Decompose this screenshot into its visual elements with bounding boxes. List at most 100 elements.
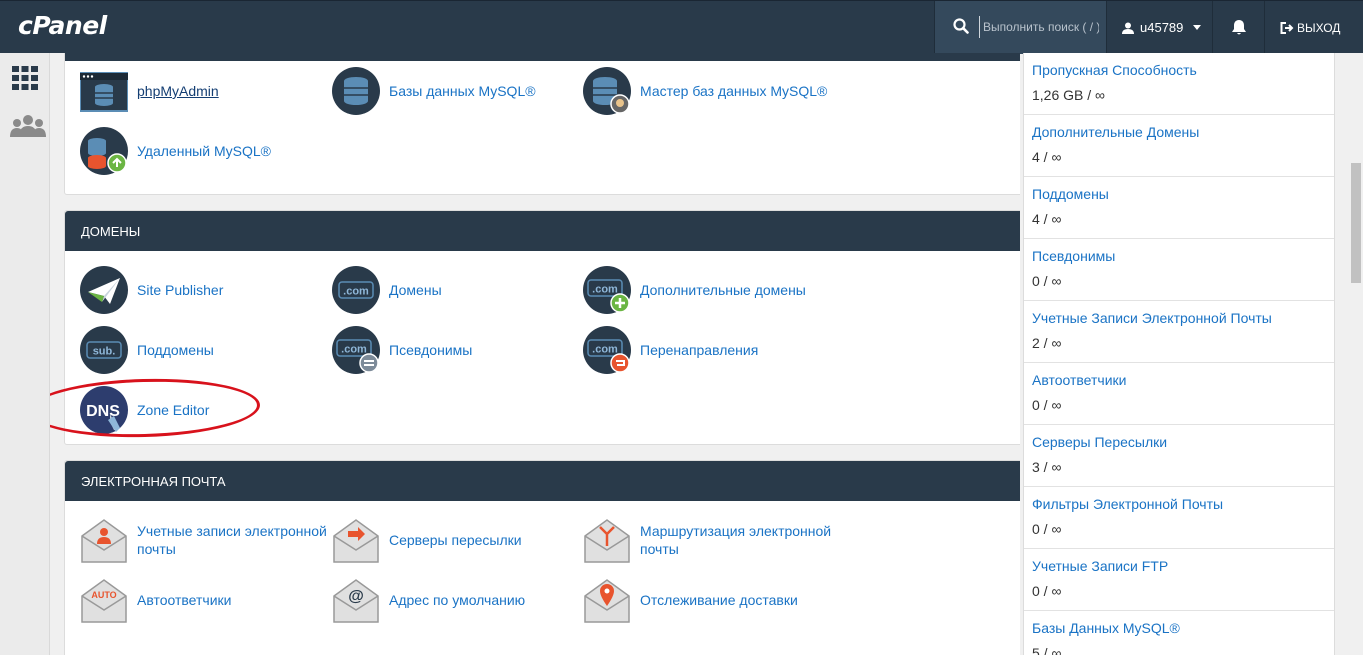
- redirects-link[interactable]: .com Перенаправления: [583, 326, 833, 374]
- database-wizard-icon: [583, 67, 631, 115]
- svg-text:DNS: DNS: [86, 403, 120, 420]
- delivery-tracking-label: Отслеживание доставки: [640, 592, 798, 608]
- mysql-databases-label: Базы данных MySQL®: [389, 83, 536, 99]
- site-publisher-label: Site Publisher: [137, 282, 224, 298]
- scroll-thumb[interactable]: [1351, 163, 1361, 283]
- stat-label[interactable]: Пропускная Способность: [1032, 63, 1334, 78]
- stats-list: Пропускная Способность 1,26 GB / ∞ Дополни…: [1024, 53, 1334, 655]
- com-alias-icon: .com: [332, 326, 380, 374]
- stat-value: 0 / ∞: [1032, 583, 1062, 599]
- stats-sidebar: Пропускная Способность 1,26 GB / ∞ Дополни…: [1023, 53, 1335, 655]
- stat-label[interactable]: Автоответчики: [1032, 373, 1334, 388]
- aliases-label: Псевдонимы: [389, 342, 473, 358]
- autoresponders-label: Автоответчики: [137, 592, 232, 608]
- zone-editor-link[interactable]: DNS Zone Editor: [80, 386, 330, 434]
- svg-text:AUTO: AUTO: [91, 590, 116, 600]
- aliases-link[interactable]: .com Псевдонимы: [332, 326, 582, 374]
- logout-label: ВЫХОД: [1297, 20, 1341, 35]
- domains-panel-title: ДОМЕНЫ: [81, 223, 141, 239]
- email-accounts-link[interactable]: Учетные записи электронной почты: [80, 516, 335, 564]
- phpmyadmin-icon: [80, 72, 128, 112]
- stat-label[interactable]: Псевдонимы: [1032, 249, 1334, 264]
- email-forward-icon: [333, 519, 379, 563]
- stat-value: 3 / ∞: [1032, 459, 1062, 475]
- stat-row: Псевдонимы 0 / ∞: [1024, 239, 1334, 301]
- phpmyadmin-link[interactable]: phpMyAdmin: [80, 67, 330, 115]
- default-address-icon: @: [333, 579, 379, 623]
- database-icon: [332, 67, 380, 115]
- stat-label[interactable]: Дополнительные Домены: [1032, 125, 1334, 140]
- site-publisher-link[interactable]: Site Publisher: [80, 266, 330, 314]
- stat-row: Серверы Пересылки 3 / ∞: [1024, 425, 1334, 487]
- stat-label[interactable]: Учетные Записи Электронной Почты: [1032, 311, 1334, 326]
- stat-label[interactable]: Фильтры Электронной Почты: [1032, 497, 1334, 512]
- stat-label[interactable]: Учетные Записи FTP: [1032, 559, 1334, 574]
- domains-link[interactable]: .com Домены: [332, 266, 582, 314]
- logout-icon: [1280, 21, 1294, 34]
- stat-value: 4 / ∞: [1032, 149, 1062, 165]
- domains-panel-header[interactable]: ДОМЕНЫ: [65, 211, 1020, 251]
- stat-value: 0 / ∞: [1032, 397, 1062, 413]
- paper-plane-icon: [80, 266, 128, 314]
- default-address-label: Адрес по умолчанию: [389, 592, 526, 608]
- delivery-tracking-link[interactable]: Отслеживание доставки: [583, 576, 833, 624]
- svg-text:.com: .com: [341, 344, 367, 356]
- user-menu-button[interactable]: u45789: [1106, 1, 1212, 54]
- cpanel-logo[interactable]: cPanel: [18, 11, 107, 40]
- stat-value: 4 / ∞: [1032, 211, 1062, 227]
- addon-domains-link[interactable]: .com Дополнительные домены: [583, 266, 833, 314]
- remote-mysql-link[interactable]: Удаленный MySQL®: [80, 127, 330, 175]
- search-icon: [953, 18, 969, 34]
- phpmyadmin-label: phpMyAdmin: [137, 83, 219, 99]
- email-routing-link[interactable]: Маршрутизация электронной почты: [583, 516, 843, 564]
- stat-row: Пропускная Способность 1,26 GB / ∞: [1024, 53, 1334, 115]
- stat-row: Автоответчики 0 / ∞: [1024, 363, 1334, 425]
- email-panel-title: ЭЛЕКТРОННАЯ ПОЧТА: [81, 473, 226, 489]
- stat-row: Учетные Записи Электронной Почты 2 / ∞: [1024, 301, 1334, 363]
- grid-apps-icon[interactable]: [10, 65, 40, 91]
- svg-text:sub.: sub.: [93, 346, 116, 358]
- username-label: u45789: [1140, 20, 1184, 35]
- mysql-wizard-link[interactable]: Мастер баз данных MySQL®: [583, 67, 833, 115]
- page-scrollbar[interactable]: [1349, 53, 1363, 655]
- stat-label[interactable]: Базы Данных MySQL®: [1032, 621, 1334, 636]
- remote-mysql-label: Удаленный MySQL®: [137, 143, 271, 159]
- email-account-icon: [81, 519, 127, 563]
- email-panel: ЭЛЕКТРОННАЯ ПОЧТА Учетные записи электро…: [64, 460, 1020, 655]
- stat-row: Фильтры Электронной Почты 0 / ∞: [1024, 487, 1334, 549]
- mysql-wizard-label: Мастер баз данных MySQL®: [640, 83, 828, 99]
- subdomains-label: Поддомены: [137, 342, 214, 358]
- search-input[interactable]: [979, 16, 1099, 38]
- autoresponders-link[interactable]: AUTO Автоответчики: [80, 576, 330, 624]
- stat-value: 2 / ∞: [1032, 335, 1062, 351]
- redirects-label: Перенаправления: [640, 342, 759, 358]
- top-bar: cPanel u45789 ВЫХОД: [0, 0, 1363, 54]
- main-content: phpMyAdmin Базы данных MySQL® Мастер баз…: [50, 53, 1020, 655]
- stat-row: Дополнительные Домены 4 / ∞: [1024, 115, 1334, 177]
- mysql-databases-link[interactable]: Базы данных MySQL®: [332, 67, 582, 115]
- stat-row: Поддомены 4 / ∞: [1024, 177, 1334, 239]
- stat-value: 0 / ∞: [1032, 521, 1062, 537]
- stat-row: Базы Данных MySQL® 5 / ∞: [1024, 611, 1334, 655]
- databases-panel: phpMyAdmin Базы данных MySQL® Мастер баз…: [64, 53, 1020, 195]
- stat-label[interactable]: Серверы Пересылки: [1032, 435, 1334, 450]
- default-address-link[interactable]: @ Адрес по умолчанию: [332, 576, 582, 624]
- email-routing-label: Маршрутизация электронной почты: [640, 523, 832, 557]
- email-panel-header[interactable]: ЭЛЕКТРОННАЯ ПОЧТА: [65, 461, 1020, 501]
- databases-panel-header: [65, 53, 1020, 61]
- svg-text:.com: .com: [343, 286, 369, 298]
- svg-text:.com: .com: [592, 344, 618, 356]
- users-icon[interactable]: [10, 113, 46, 139]
- stat-value: 0 / ∞: [1032, 273, 1062, 289]
- domains-panel: ДОМЕНЫ Site Publisher .com Домены .com Д…: [64, 210, 1020, 445]
- stat-label[interactable]: Поддомены: [1032, 187, 1334, 202]
- logout-button[interactable]: ВЫХОД: [1264, 1, 1363, 54]
- svg-text:@: @: [348, 588, 364, 605]
- email-forwarders-link[interactable]: Серверы пересылки: [332, 516, 582, 564]
- subdomains-link[interactable]: sub. Поддомены: [80, 326, 330, 374]
- search-box[interactable]: [934, 1, 1106, 54]
- left-sidebar: [0, 53, 50, 655]
- stat-value: 1,26 GB / ∞: [1032, 87, 1106, 103]
- notifications-button[interactable]: [1212, 1, 1264, 54]
- user-icon: [1122, 22, 1134, 34]
